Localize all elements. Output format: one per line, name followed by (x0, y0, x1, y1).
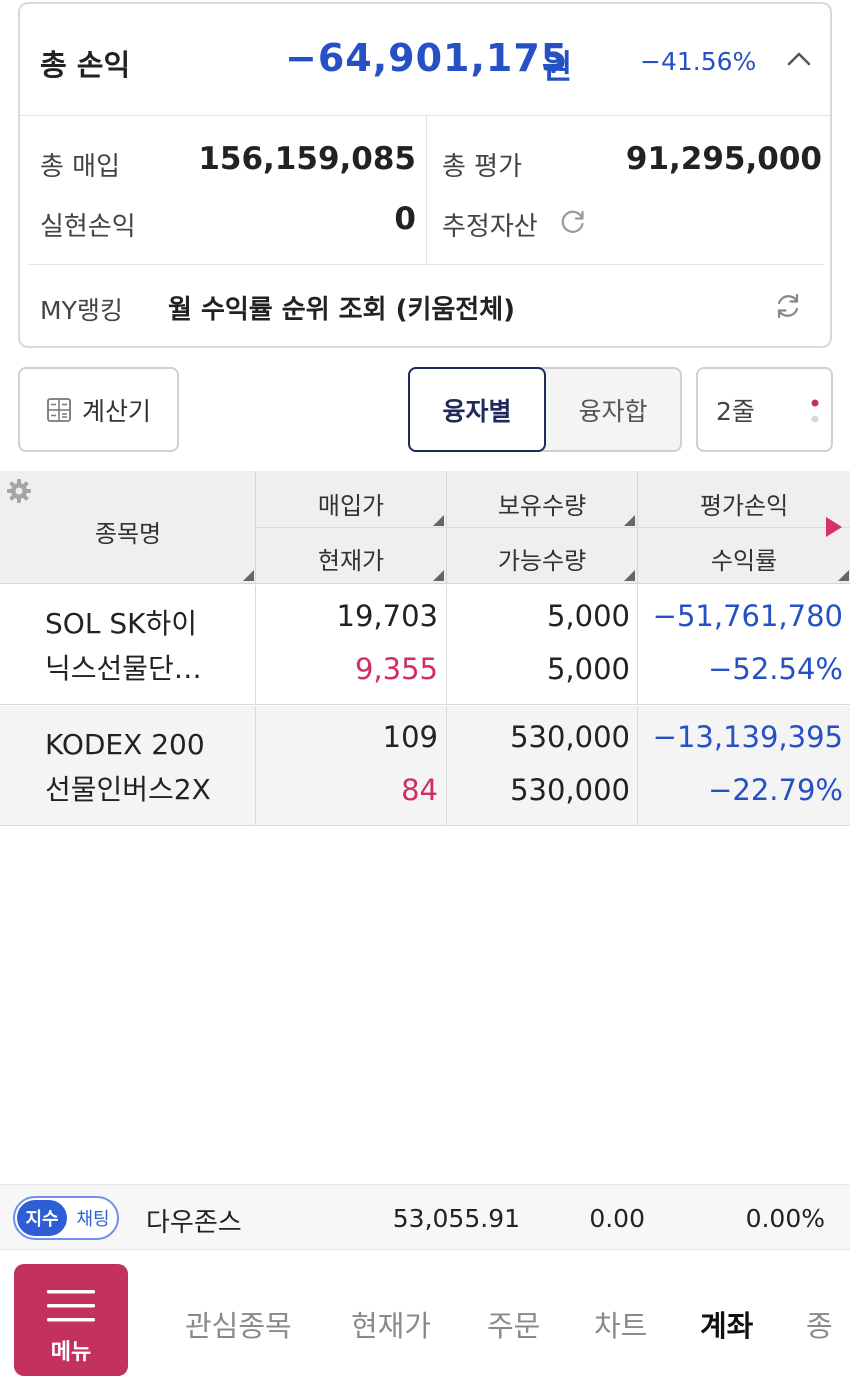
stats-divider-horizontal (28, 264, 824, 265)
index-chat-toggle[interactable]: 지수 채팅 (13, 1196, 119, 1240)
sort-indicator-icon (433, 570, 444, 581)
menu-label: 메뉴 (50, 1340, 92, 1365)
toggle-index[interactable]: 지수 (17, 1200, 67, 1236)
column-header-name[interactable]: 종목명 (60, 514, 196, 549)
nav-chart[interactable]: 차트 (594, 1303, 647, 1345)
current-price: 9,355 (354, 652, 438, 686)
my-ranking-link[interactable]: 월 수익률 순위 조회 (키움전체) (168, 289, 515, 326)
sort-indicator-icon (433, 515, 444, 526)
stock-name: 선물인버스2X (45, 773, 211, 806)
buy-price: 109 (382, 720, 438, 754)
header-divider (256, 527, 850, 528)
index-ticker-bar[interactable]: 지수 채팅 다우존스 53,055.91 0.00 0.00% (0, 1184, 850, 1250)
column-header-holding-qty[interactable]: 보유수량 (447, 486, 637, 521)
row-count-selector[interactable]: 2줄 (696, 367, 833, 452)
eval-pl: −51,761,780 (652, 599, 843, 633)
calculator-icon (47, 397, 71, 422)
total-pl-amount: −64,901,175 (285, 36, 569, 80)
available-qty: 5,000 (546, 652, 630, 686)
toggle-chat[interactable]: 채팅 (69, 1200, 117, 1236)
nav-order[interactable]: 주문 (487, 1303, 540, 1345)
sort-indicator-icon (838, 570, 849, 581)
column-header-available-qty[interactable]: 가능수량 (447, 541, 637, 576)
column-divider (637, 706, 638, 826)
tab-by-loan[interactable]: 융자별 (408, 367, 546, 452)
index-change-rate: 0.00% (745, 1204, 825, 1233)
eval-pl: −13,139,395 (652, 720, 843, 754)
sort-indicator-icon (243, 570, 254, 581)
column-header-buy-price[interactable]: 매입가 (256, 486, 446, 521)
total-eval-value: 91,295,000 (625, 141, 822, 177)
total-pl-label: 총 손익 (40, 48, 131, 82)
realized-pl-value: 0 (394, 201, 416, 237)
estimated-assets-label: 추정자산 (442, 212, 538, 242)
nav-more-truncated[interactable]: 종 (806, 1303, 833, 1345)
sort-indicator-icon (624, 515, 635, 526)
column-divider (637, 585, 638, 705)
total-pl-header[interactable]: 총 손익 −64,901,175 원 −41.56% (20, 4, 830, 116)
chevron-up-icon[interactable] (784, 44, 814, 74)
holding-qty: 530,000 (510, 720, 630, 754)
column-header-current-price[interactable]: 현재가 (256, 541, 446, 576)
column-header-return-rate[interactable]: 수익률 (638, 541, 850, 576)
index-change: 0.00 (589, 1204, 645, 1233)
total-purchase-label: 총 매입 (40, 152, 121, 182)
total-eval-label: 총 평가 (442, 152, 523, 182)
column-divider (446, 585, 447, 705)
index-name: 다우존스 (146, 1208, 242, 1238)
stock-name: 닉스선물단… (45, 652, 202, 685)
dots-indicator-icon (811, 399, 819, 423)
nav-watchlist[interactable]: 관심종목 (185, 1303, 292, 1345)
return-rate: −52.54% (708, 652, 843, 686)
total-purchase-value: 156,159,085 (198, 141, 416, 177)
total-pl-unit: 원 (542, 47, 573, 86)
buy-price: 19,703 (336, 599, 438, 633)
stats-divider-vertical (426, 116, 427, 266)
tab-loan-sum[interactable]: 융자합 (546, 369, 680, 450)
refresh-icon[interactable] (558, 206, 588, 236)
realized-pl-label: 실현손익 (40, 212, 136, 242)
hamburger-icon (47, 1290, 95, 1322)
holding-qty: 5,000 (546, 599, 630, 633)
total-pl-rate: −41.56% (640, 47, 757, 76)
table-row[interactable]: SOL SK하이 닉스선물단… 19,703 9,355 5,000 5,000… (0, 585, 850, 705)
current-price: 84 (401, 773, 438, 807)
column-header-eval-pl[interactable]: 평가손익 (638, 486, 850, 521)
column-divider (446, 706, 447, 826)
loan-view-segmented-control: 융자별 융자합 (408, 367, 682, 452)
my-ranking-label: MY랭킹 (40, 296, 123, 325)
sort-indicator-icon (624, 570, 635, 581)
account-summary-card: 총 손익 −64,901,175 원 −41.56% 총 매입 156,159,… (18, 2, 832, 348)
table-row[interactable]: KODEX 200 선물인버스2X 109 84 530,000 530,000… (0, 706, 850, 826)
refresh-icon[interactable] (772, 290, 804, 322)
menu-button[interactable]: 메뉴 (14, 1264, 128, 1376)
available-qty: 530,000 (510, 773, 630, 807)
column-divider (255, 585, 256, 705)
index-value: 53,055.91 (392, 1204, 520, 1233)
calculator-button[interactable]: 계산기 (18, 367, 179, 452)
next-columns-arrow-icon[interactable] (826, 517, 842, 537)
row-count-label: 2줄 (716, 396, 755, 426)
column-divider (255, 706, 256, 826)
nav-current-price[interactable]: 현재가 (351, 1303, 431, 1345)
calculator-label: 계산기 (81, 396, 151, 426)
gear-icon[interactable] (6, 478, 32, 504)
nav-account[interactable]: 계좌 (700, 1303, 753, 1345)
return-rate: −22.79% (708, 773, 843, 807)
